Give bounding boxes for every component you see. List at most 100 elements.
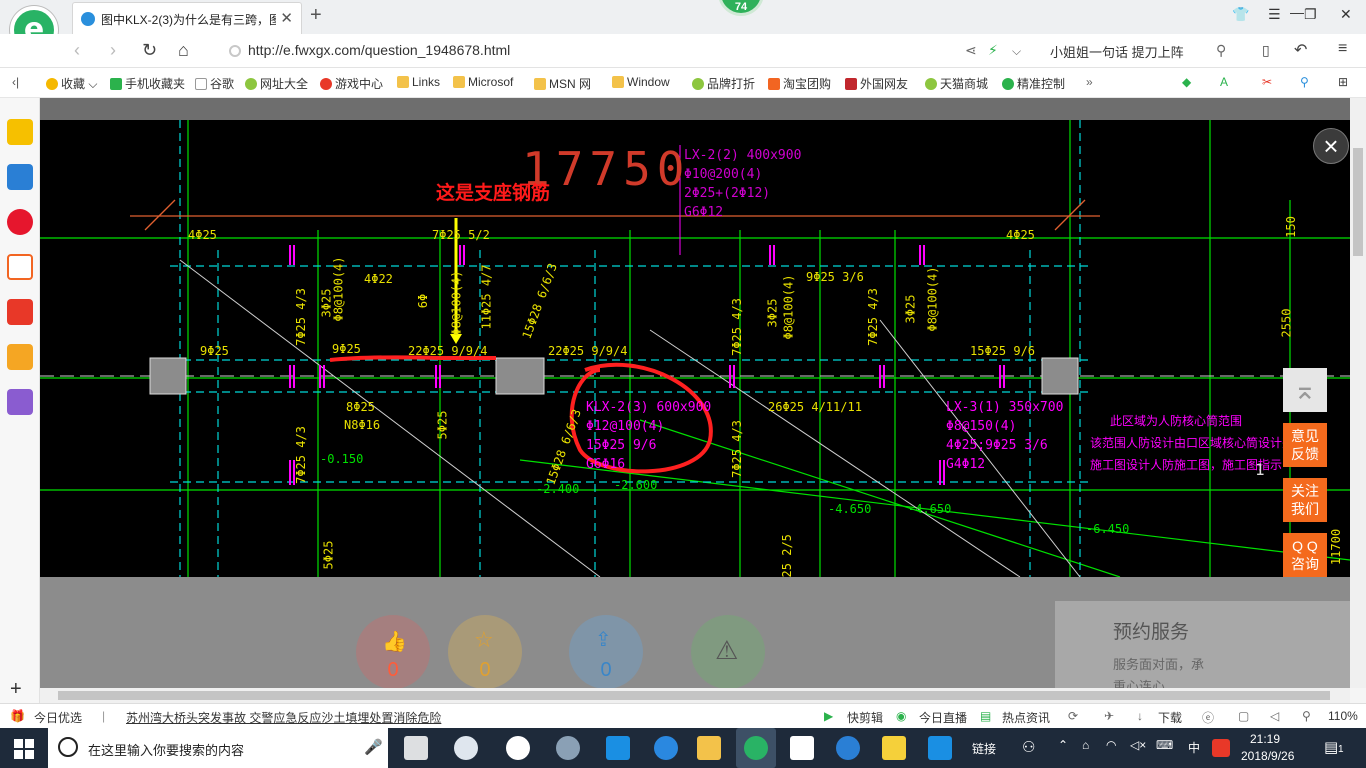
clock-time[interactable]: 21:19 [1250, 732, 1280, 746]
new-tab-icon[interactable]: + [310, 4, 322, 27]
minimize-icon[interactable]: — [1290, 4, 1304, 20]
undo-icon[interactable]: ↶ [1294, 40, 1307, 60]
qq-consult-button[interactable]: Q Q 咨询 [1283, 533, 1327, 577]
pin-icon[interactable]: ✈ [1104, 709, 1114, 723]
translate-icon[interactable]: A [1220, 75, 1228, 89]
app-g-icon[interactable] [836, 736, 860, 760]
forward-icon[interactable]: › [110, 40, 116, 61]
microphone-icon[interactable]: 🎤 [364, 738, 383, 756]
notification-icon[interactable]: ▤ [1324, 738, 1338, 756]
bookmark-folder-microsoft[interactable]: Microsof [453, 75, 513, 89]
today-picks[interactable]: 今日优选 [34, 709, 82, 726]
ie-icon[interactable]: ⓔ [1202, 709, 1214, 726]
speaker-icon[interactable]: ◁× [1130, 738, 1146, 752]
add-sidebar-icon[interactable]: + [10, 678, 22, 701]
refresh-icon[interactable]: ↻ [142, 40, 157, 61]
ime-indicator[interactable]: 中 [1188, 739, 1200, 756]
search-input[interactable]: 小姐姐一句话 提刀上阵 [1050, 42, 1184, 61]
game-icon[interactable] [7, 299, 33, 325]
more-menu-icon[interactable]: ≡ [1338, 40, 1347, 58]
favorite-button[interactable]: ☆ 0 [448, 615, 522, 689]
windows-start-icon[interactable] [14, 739, 34, 759]
bookmark-icon[interactable] [7, 344, 33, 370]
window-icon[interactable]: ▢ [1238, 709, 1249, 723]
bookmark-game-center[interactable]: 游戏中心 [320, 75, 383, 92]
vertical-scroll-thumb[interactable] [1353, 148, 1363, 256]
news-ticker[interactable]: 苏州湾大桥头突发事故 交警应急反应沙土填埋处置消除危险 [126, 709, 441, 726]
browser-tab[interactable]: 图中KLX-2(3)为什么是有三跨，图 ✕ [72, 2, 302, 34]
scissors-icon[interactable]: ✂ [1262, 75, 1272, 89]
phone-icon[interactable]: ▯ [1262, 42, 1270, 59]
notes-icon[interactable] [882, 736, 906, 760]
network-icon[interactable]: ⌂ [1082, 738, 1089, 752]
file-explorer-icon[interactable] [697, 736, 721, 760]
bookmark-google[interactable]: 谷歌 [195, 75, 234, 92]
volume-icon[interactable]: ◁ [1270, 709, 1279, 723]
page-info-icon[interactable] [229, 45, 241, 57]
bookmark-favorites[interactable]: 收藏 ⌵ [46, 75, 97, 92]
hot-news[interactable]: 热点资讯 [1002, 709, 1050, 726]
bookmark-url-directory[interactable]: 网址大全 [245, 75, 308, 92]
news-icon[interactable] [7, 164, 33, 190]
ie-icon[interactable] [654, 736, 678, 760]
task-view-icon[interactable] [404, 736, 428, 760]
back-icon[interactable]: ‹ [74, 40, 80, 61]
bookmark-foreign[interactable]: 外国网友 [845, 75, 908, 92]
mail-icon[interactable] [790, 736, 814, 760]
email-icon[interactable] [7, 254, 33, 280]
active-browser-icon[interactable] [736, 728, 776, 768]
bookmark-precise-control[interactable]: 精准控制 [1002, 75, 1065, 92]
maximize-icon[interactable]: ❐ [1304, 6, 1317, 23]
quick-edit[interactable]: 快剪辑 [847, 709, 883, 726]
menu-icon[interactable]: ☰ [1268, 6, 1281, 23]
favorites-star-icon[interactable] [7, 119, 33, 145]
url-field[interactable]: http://e.fwxgx.com/question_1948678.html [248, 42, 510, 58]
grid-icon[interactable]: ⊞ [1338, 75, 1348, 89]
clock-date[interactable]: 2018/9/26 [1241, 749, 1294, 763]
bookmark-mobile[interactable]: 手机收藏夹 [110, 75, 185, 92]
back-to-top-button[interactable]: ⌅ [1283, 368, 1327, 412]
zoom-icon[interactable]: ⚲ [1300, 75, 1309, 89]
share-icon[interactable]: ⋖ [965, 42, 977, 59]
feedback-button[interactable]: 意见 反馈 [1283, 423, 1327, 467]
horizontal-scroll-thumb[interactable] [58, 691, 1330, 700]
bookmark-taobao[interactable]: 淘宝团购 [768, 75, 831, 92]
search-icon[interactable]: ⚲ [1216, 42, 1226, 59]
zoom-level[interactable]: 110% [1328, 709, 1358, 723]
browser-e-icon[interactable] [506, 736, 530, 760]
taskbar-search-input[interactable]: 在这里输入你要搜索的内容 🎤 [48, 728, 388, 768]
window-close-icon[interactable]: ✕ [1340, 6, 1352, 23]
wifi-icon[interactable]: ◠ [1106, 738, 1116, 752]
lightning-icon[interactable]: ⚡ [988, 42, 998, 59]
keyboard-icon[interactable]: ⌨ [1156, 738, 1173, 752]
bookmark-folder-msn[interactable]: MSN 网 [534, 75, 591, 92]
people-icon[interactable]: ⚇ [1022, 738, 1035, 756]
bookmark-folder-window[interactable]: Window [612, 75, 670, 89]
plus-app-icon[interactable] [928, 736, 952, 760]
shield-icon[interactable]: ◆ [1182, 75, 1191, 89]
follow-us-button[interactable]: 关注 我们 [1283, 478, 1327, 522]
report-button[interactable]: ⚠ [691, 615, 765, 689]
spiral-app-icon[interactable] [556, 736, 580, 760]
chevron-up-icon[interactable]: ⌃ [1058, 738, 1068, 752]
shirt-icon[interactable]: 👕 [1232, 6, 1249, 23]
sogou-icon[interactable] [1212, 739, 1230, 757]
comic-icon[interactable] [7, 389, 33, 415]
tab-close-icon[interactable]: ✕ [280, 9, 293, 27]
download-button[interactable]: 下载 [1158, 709, 1182, 726]
taskbar-link[interactable]: 链接 [972, 740, 996, 757]
like-button[interactable]: 👍 0 [356, 615, 430, 689]
bookmark-tmall[interactable]: 天猫商城 [925, 75, 988, 92]
today-live[interactable]: 今日直播 [919, 709, 967, 726]
weibo-icon[interactable] [7, 209, 33, 235]
edge-icon[interactable] [606, 736, 630, 760]
chevron-down-icon[interactable]: ⌵ [1012, 44, 1021, 59]
refresh-icon[interactable]: ⟳ [1068, 709, 1078, 723]
notification-badge[interactable]: 74 [718, 0, 764, 16]
fan-app-icon[interactable] [454, 736, 478, 760]
more-bookmarks-icon[interactable]: » [1086, 75, 1093, 89]
sidebar-toggle-icon[interactable]: ‹| [12, 75, 19, 89]
close-image-button[interactable]: × [1313, 128, 1349, 164]
share-button[interactable]: ⇪ 0 [569, 615, 643, 689]
home-icon[interactable]: ⌂ [178, 40, 189, 61]
